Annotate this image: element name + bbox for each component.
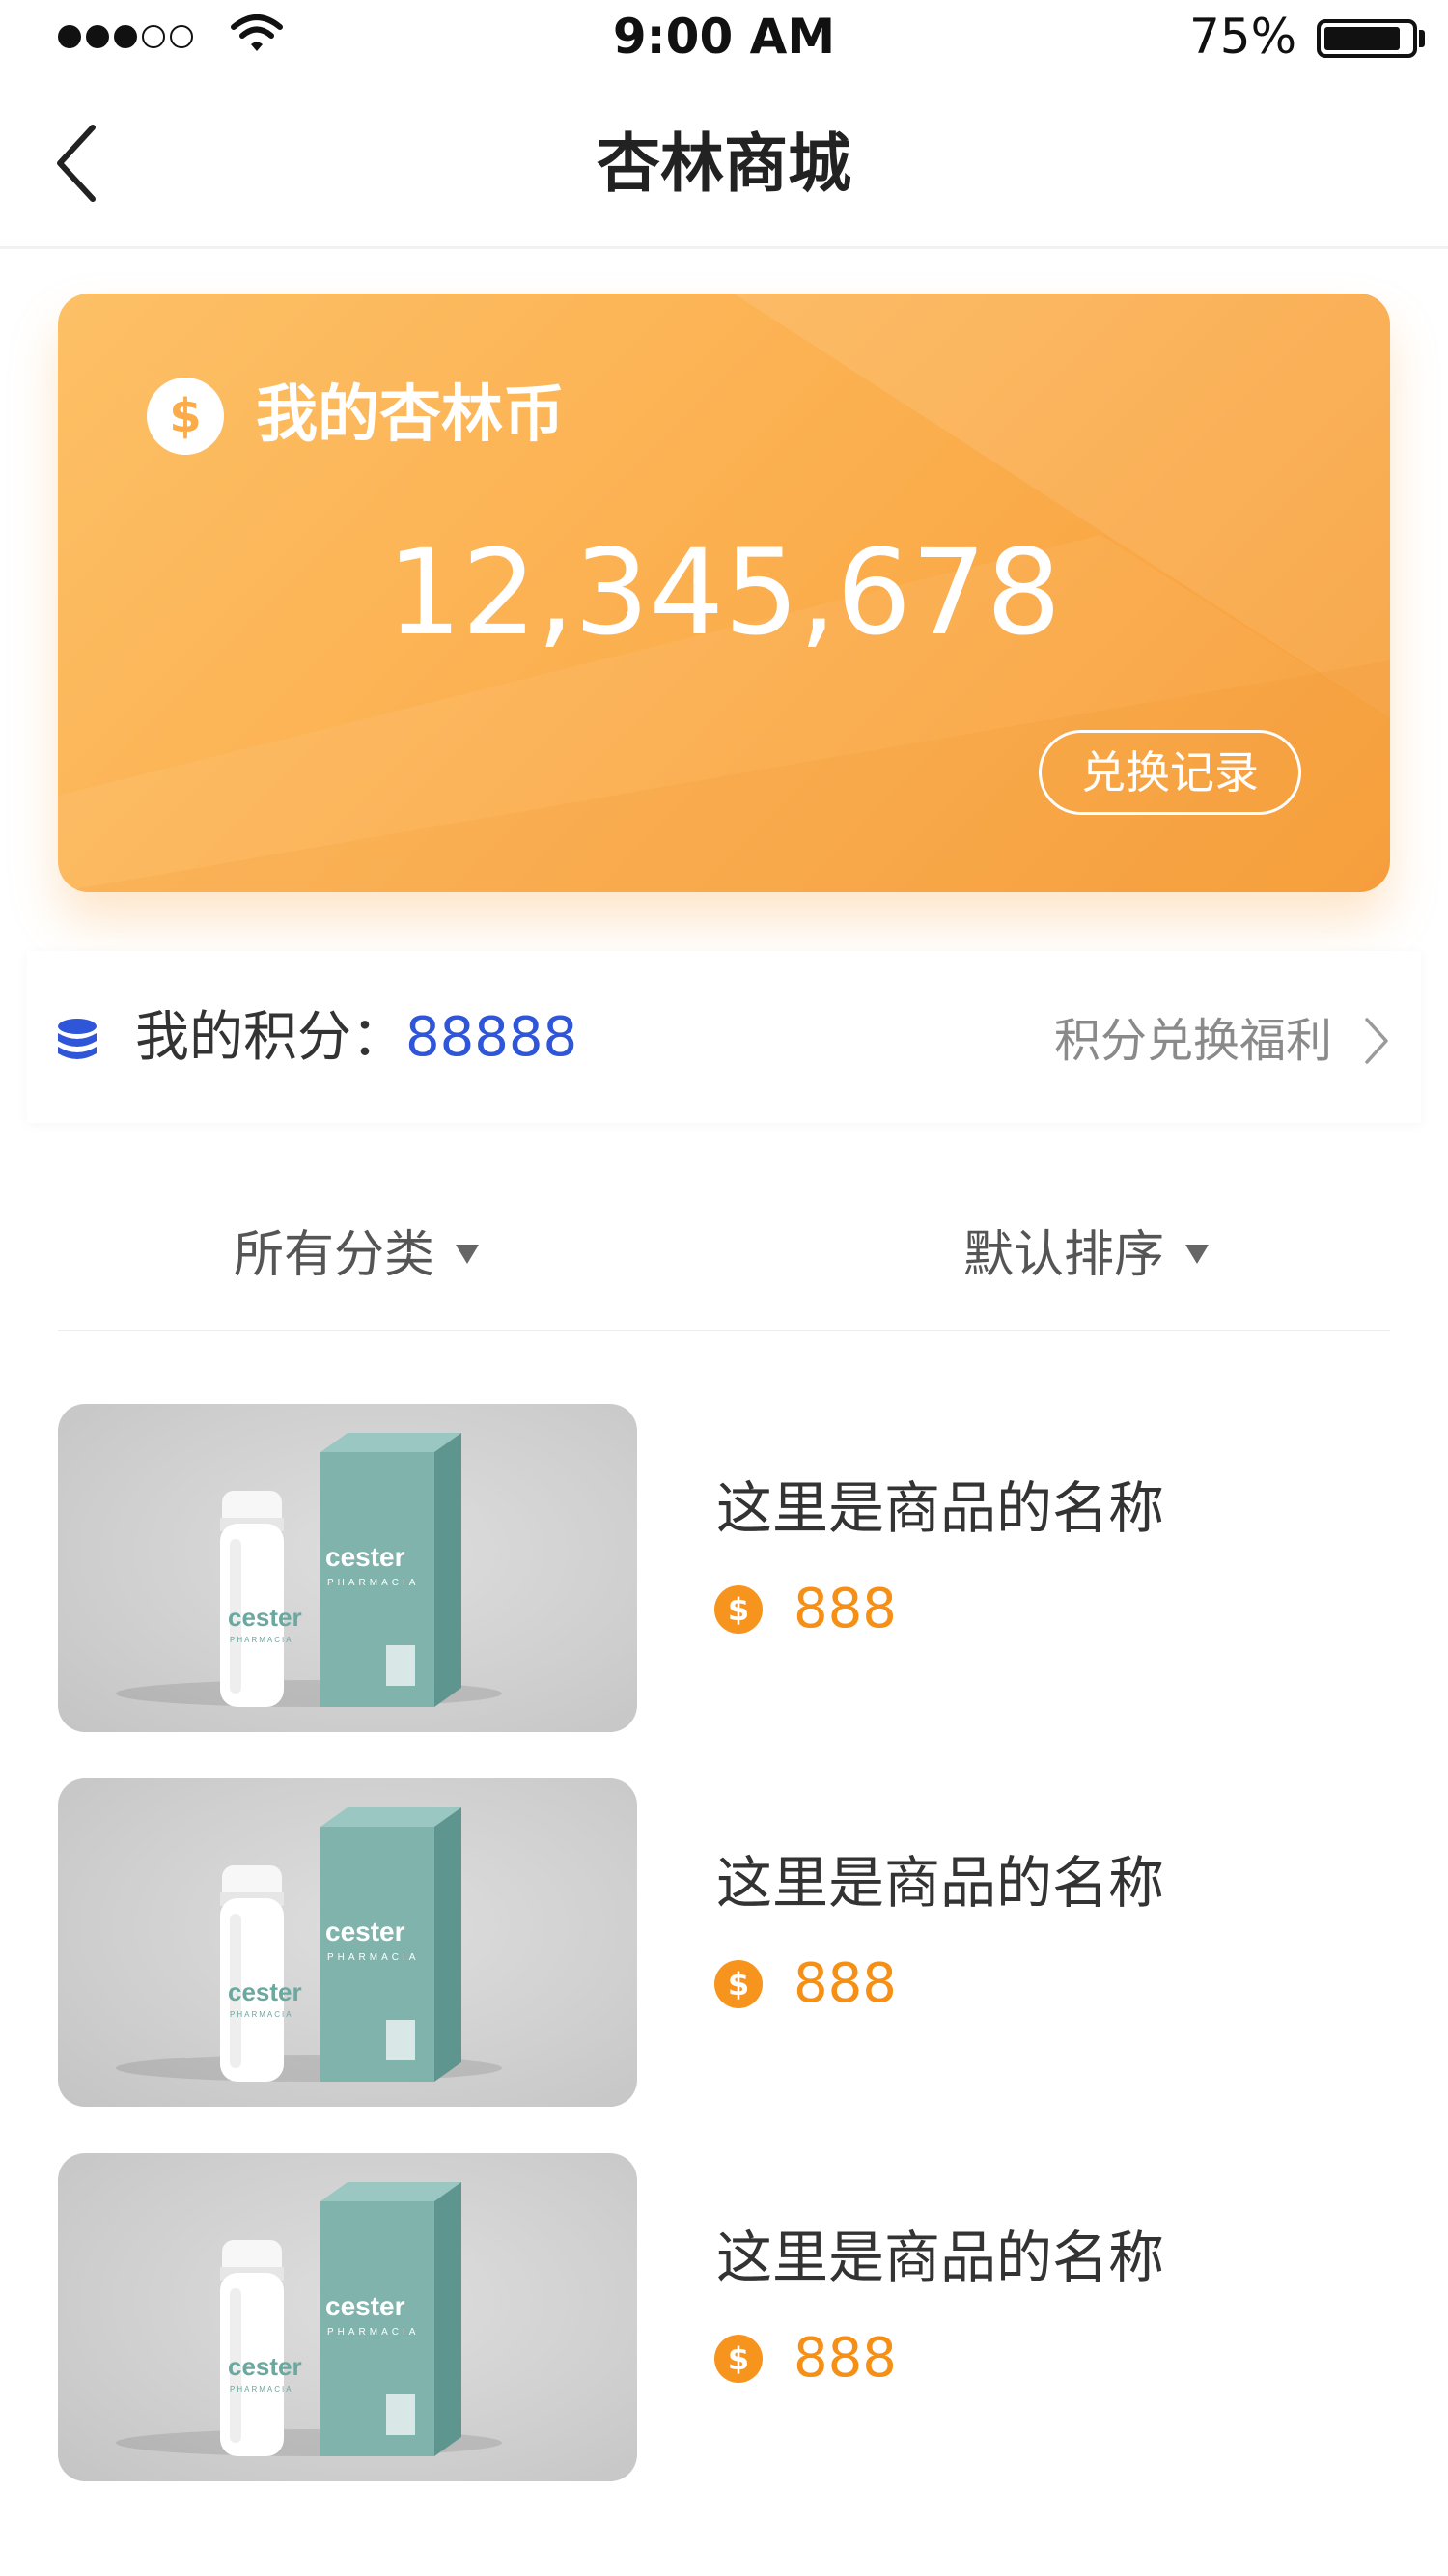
product-image: cester PHARMACIA cester PHARMACIA xyxy=(58,2153,637,2481)
sort-filter[interactable]: 默认排序 xyxy=(963,1224,1210,1286)
product-price: 888 xyxy=(794,1952,897,2015)
svg-text:PHARMACIA: PHARMACIA xyxy=(230,2010,293,2019)
product-item[interactable]: cester PHARMACIA cester PHARMACIA 这里是商品的… xyxy=(58,1404,1390,1732)
svg-text:cester: cester xyxy=(228,2352,302,2381)
sort-filter-label: 默认排序 xyxy=(963,1226,1165,1284)
svg-text:PHARMACIA: PHARMACIA xyxy=(327,2327,419,2338)
coin-icon: $ xyxy=(147,378,224,455)
svg-text:PHARMACIA: PHARMACIA xyxy=(230,2385,293,2394)
category-filter[interactable]: 所有分类 xyxy=(234,1224,480,1286)
points-value: 88888 xyxy=(405,1006,578,1069)
points-exchange-link[interactable]: 积分兑换福利 xyxy=(1054,1012,1332,1070)
database-icon xyxy=(58,1019,97,1059)
svg-text:PHARMACIA: PHARMACIA xyxy=(327,1952,419,1963)
dropdown-arrow-icon xyxy=(456,1245,480,1264)
svg-text:cester: cester xyxy=(325,1542,405,1572)
svg-text:PHARMACIA: PHARMACIA xyxy=(230,1636,293,1644)
product-price: 888 xyxy=(794,1578,897,1640)
product-name: 这里是商品的名称 xyxy=(716,2225,1165,2290)
page-title: 杏林商城 xyxy=(597,126,851,201)
product-item[interactable]: cester PHARMACIA cester PHARMACIA 这里是商品的… xyxy=(58,2153,1390,2481)
coin-icon: $ xyxy=(714,1960,763,2008)
product-name: 这里是商品的名称 xyxy=(716,1850,1165,1916)
battery-cap xyxy=(1419,30,1425,47)
points-label: 我的积分： xyxy=(135,1006,405,1069)
product-image: cester PHARMACIA cester PHARMACIA xyxy=(58,1778,637,2107)
nav-divider xyxy=(0,246,1448,249)
filter-divider xyxy=(58,1330,1390,1331)
dropdown-arrow-icon xyxy=(1185,1245,1210,1264)
coin-balance-card: $ 我的杏林币 12,345,678 兑换记录 xyxy=(58,294,1390,892)
svg-text:PHARMACIA: PHARMACIA xyxy=(327,1578,419,1588)
coin-icon: $ xyxy=(714,1585,763,1634)
product-name: 这里是商品的名称 xyxy=(716,1475,1165,1541)
coin-card-title: 我的杏林币 xyxy=(256,379,565,451)
battery-icon xyxy=(1317,19,1417,58)
coin-balance: 12,345,678 xyxy=(386,524,1062,661)
svg-text:cester: cester xyxy=(228,1977,302,2006)
svg-text:cester: cester xyxy=(325,1917,405,1946)
product-price: 888 xyxy=(794,2327,897,2390)
coin-icon: $ xyxy=(714,2335,763,2383)
chevron-right-icon[interactable] xyxy=(1363,1016,1390,1066)
category-filter-label: 所有分类 xyxy=(234,1226,435,1284)
exchange-record-button[interactable]: 兑换记录 xyxy=(1039,730,1301,815)
battery-percentage: 75% xyxy=(1189,9,1297,65)
product-item[interactable]: cester PHARMACIA cester PHARMACIA 这里是商品的… xyxy=(58,1778,1390,2107)
svg-text:cester: cester xyxy=(228,1603,302,1632)
svg-text:cester: cester xyxy=(325,2291,405,2321)
product-image: cester PHARMACIA cester PHARMACIA xyxy=(58,1404,637,1732)
